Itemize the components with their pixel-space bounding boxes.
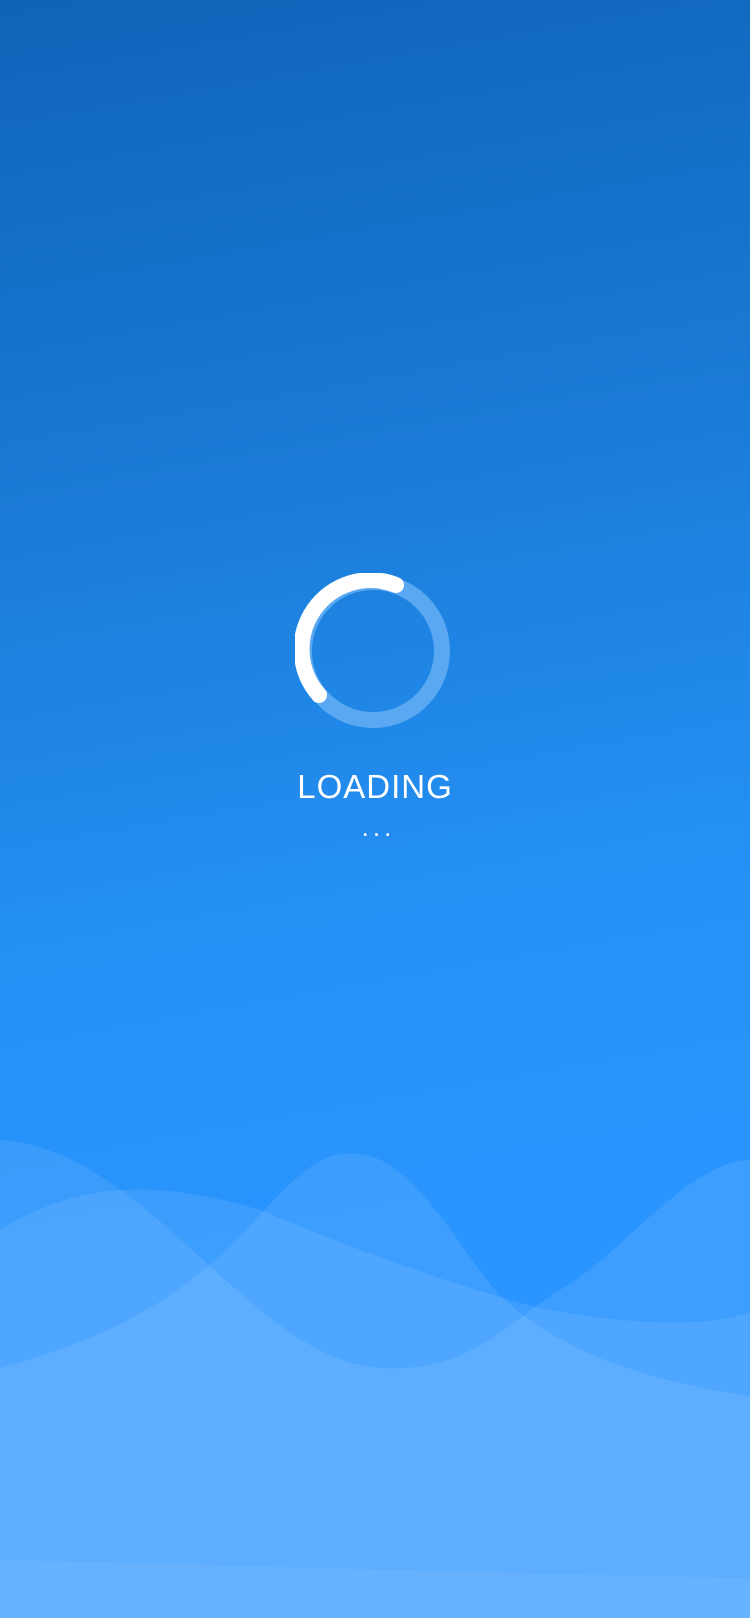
spinner-arc — [295, 573, 404, 703]
loading-dots: ... — [361, 812, 396, 842]
loading-screen: LOADING ... — [0, 0, 750, 1618]
loading-label: LOADING — [297, 768, 453, 805]
spinner-icon — [295, 573, 450, 728]
wave-decoration — [0, 1140, 750, 1618]
